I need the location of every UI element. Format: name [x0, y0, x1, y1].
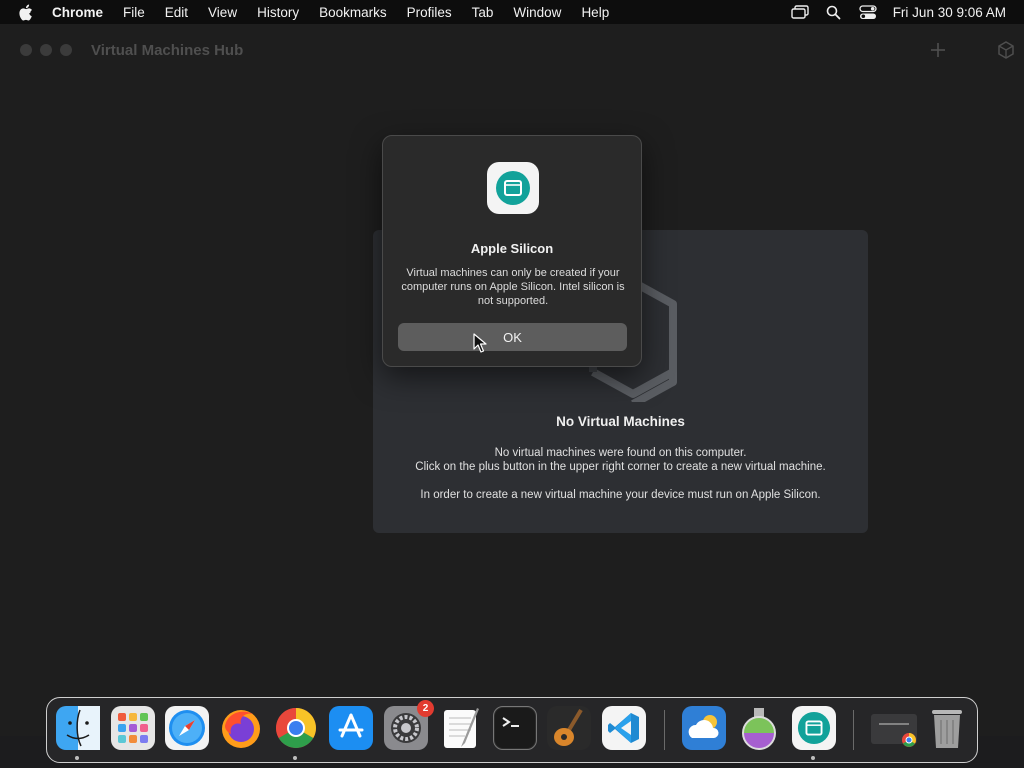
empty-state-text-line3: In order to create a new virtual machine…	[420, 489, 821, 501]
running-indicator	[75, 756, 79, 760]
add-vm-button[interactable]	[928, 40, 948, 60]
empty-state-text-line2: Click on the plus button in the upper ri…	[415, 461, 826, 473]
firefox-icon[interactable]	[219, 706, 263, 750]
alert-message: Virtual machines can only be created if …	[401, 267, 625, 307]
window-zoom-button[interactable]	[60, 44, 72, 56]
running-indicator	[293, 756, 297, 760]
vm-cube-icon[interactable]	[995, 39, 1017, 61]
running-indicator	[811, 756, 815, 760]
window-titlebar: Virtual Machines Hub	[0, 24, 1024, 76]
menu-history[interactable]: History	[257, 5, 299, 20]
menu-app-name[interactable]: Chrome	[52, 5, 103, 20]
safari-icon[interactable]	[165, 706, 209, 750]
app-window: Virtual Machines Hub No Virtual Machines…	[0, 24, 1024, 736]
menu-edit[interactable]: Edit	[165, 5, 188, 20]
alert-title: Apple Silicon	[470, 241, 554, 256]
weather-icon[interactable]	[682, 706, 726, 750]
apple-silicon-alert-dialog: Apple Silicon Virtual machines can only …	[382, 135, 642, 367]
terminal-icon[interactable]	[493, 706, 537, 750]
menu-view[interactable]: View	[208, 5, 237, 20]
window-title: Virtual Machines Hub	[91, 42, 244, 59]
flask-app-icon[interactable]	[737, 706, 781, 750]
menu-tab[interactable]: Tab	[472, 5, 494, 20]
menu-file[interactable]: File	[123, 5, 145, 20]
textedit-icon[interactable]	[439, 706, 483, 750]
finder-icon[interactable]	[56, 706, 100, 760]
screen-mirroring-icon[interactable]	[790, 4, 809, 20]
dock: 2	[46, 697, 978, 763]
menu-help[interactable]: Help	[581, 5, 609, 20]
window-close-button[interactable]	[20, 44, 32, 56]
minimized-chrome-window-icon[interactable]	[869, 706, 919, 750]
menu-bookmarks[interactable]: Bookmarks	[319, 5, 387, 20]
menu-window[interactable]: Window	[513, 5, 561, 20]
menu-bar-clock[interactable]: Fri Jun 30 9:06 AM	[893, 5, 1006, 20]
control-center-icon[interactable]	[859, 4, 877, 20]
empty-state-text-line1: No virtual machines were found on this c…	[494, 447, 747, 459]
menu-bar-status-area: Fri Jun 30 9:06 AM	[790, 0, 1006, 24]
spotlight-search-icon[interactable]	[825, 4, 843, 20]
notification-badge: 2	[417, 700, 434, 717]
vm-hub-dock-icon[interactable]	[792, 706, 836, 760]
vscode-icon[interactable]	[602, 706, 646, 750]
chrome-icon[interactable]	[274, 706, 318, 760]
launchpad-icon[interactable]	[111, 706, 155, 750]
app-store-icon[interactable]	[329, 706, 373, 750]
vm-hub-app-icon	[487, 162, 539, 214]
menu-profiles[interactable]: Profiles	[407, 5, 452, 20]
dock-separator	[853, 710, 854, 750]
window-minimize-button[interactable]	[40, 44, 52, 56]
dock-separator	[664, 710, 665, 750]
trash-icon[interactable]	[925, 706, 969, 750]
apple-menu-icon[interactable]	[18, 4, 34, 20]
ok-button[interactable]: OK	[398, 323, 627, 351]
system-settings-icon[interactable]: 2	[384, 700, 434, 750]
empty-state-title: No Virtual Machines	[556, 414, 685, 429]
garageband-icon[interactable]	[547, 706, 591, 750]
menu-bar: Chrome File Edit View History Bookmarks …	[0, 0, 1024, 24]
mouse-cursor-icon	[473, 333, 487, 353]
